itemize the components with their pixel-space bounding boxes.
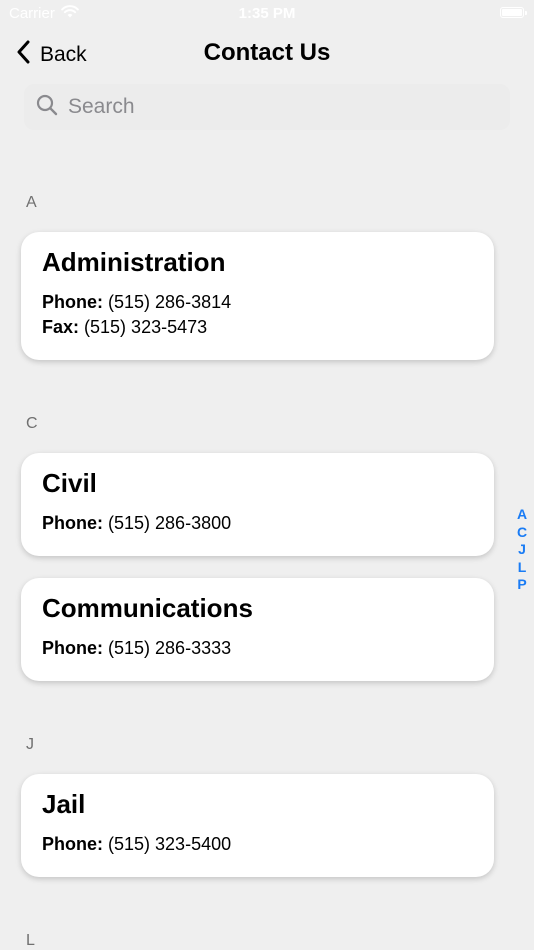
battery-icon <box>500 7 527 18</box>
contact-name: Communications <box>42 593 253 623</box>
phone-number[interactable]: (515) 286-3814 <box>108 292 231 312</box>
phone-line: Phone: (515) 323-5400 <box>42 832 473 857</box>
section-header-a: A <box>26 194 37 211</box>
contact-name: Civil <box>42 468 97 498</box>
navigation-bar: Back Contact Us <box>0 30 534 78</box>
status-bar: Carrier 1:35 PM <box>0 0 534 28</box>
fax-label: Fax: <box>42 317 80 337</box>
contact-card-civil[interactable]: Civil Phone: (515) 286-3800 <box>21 453 494 556</box>
phone-number[interactable]: (515) 286-3333 <box>108 638 231 658</box>
phone-line: Phone: (515) 286-3814 <box>42 290 473 315</box>
search-bar[interactable] <box>24 84 510 130</box>
index-letter-j[interactable]: J <box>518 541 526 559</box>
search-icon <box>36 94 58 121</box>
section-header-c: C <box>26 415 38 432</box>
contact-card-administration[interactable]: Administration Phone: (515) 286-3814 Fax… <box>21 232 494 360</box>
section-header-j: J <box>26 736 34 753</box>
index-letter-l[interactable]: L <box>518 559 527 577</box>
phone-label: Phone: <box>42 834 103 854</box>
index-letter-c[interactable]: C <box>517 524 527 542</box>
fax-line: Fax: (515) 323-5473 <box>42 315 473 340</box>
phone-label: Phone: <box>42 292 103 312</box>
index-letter-a[interactable]: A <box>517 506 527 524</box>
contact-name: Administration <box>42 247 226 277</box>
phone-label: Phone: <box>42 638 103 658</box>
contact-card-jail[interactable]: Jail Phone: (515) 323-5400 <box>21 774 494 877</box>
status-time: 1:35 PM <box>238 5 296 22</box>
search-input[interactable] <box>66 94 470 120</box>
phone-number[interactable]: (515) 323-5400 <box>108 834 231 854</box>
phone-line: Phone: (515) 286-3800 <box>42 511 473 536</box>
section-header-l: L <box>26 932 35 949</box>
section-index[interactable]: A C J L P <box>515 506 529 594</box>
page-title: Contact Us <box>203 39 331 66</box>
phone-number[interactable]: (515) 286-3800 <box>108 513 231 533</box>
index-letter-p[interactable]: P <box>517 576 526 594</box>
phone-line: Phone: (515) 286-3333 <box>42 636 473 661</box>
contact-name: Jail <box>42 789 86 819</box>
phone-label: Phone: <box>42 513 103 533</box>
fax-number[interactable]: (515) 323-5473 <box>84 317 207 337</box>
contact-card-communications[interactable]: Communications Phone: (515) 286-3333 <box>21 578 494 681</box>
